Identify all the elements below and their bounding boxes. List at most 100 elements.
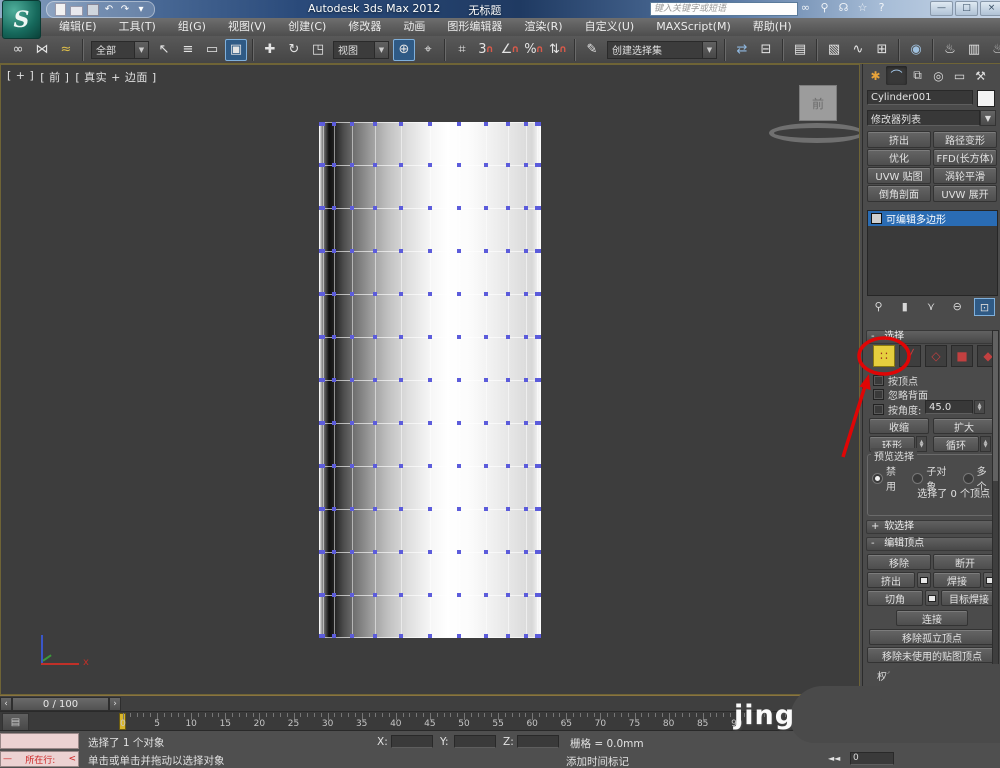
grow-button[interactable]: 扩大 <box>933 418 995 434</box>
select-and-rotate-icon[interactable]: ↻ <box>283 39 305 61</box>
front-viewport[interactable]: [ + ] [ 前 ] [ 真实 + 边面 ] 前 x <box>0 64 860 695</box>
vertex-dot[interactable] <box>524 335 529 339</box>
select-object-icon[interactable]: ↖ <box>153 39 175 61</box>
unlink-selection-icon[interactable]: ⋈ <box>31 39 53 61</box>
vertex-dot[interactable] <box>483 122 488 126</box>
切角-settings-button[interactable] <box>925 590 939 606</box>
tab-motion[interactable]: ◎ <box>928 66 949 85</box>
stack-item-可编辑多边形[interactable]: 可编辑多边形 <box>868 211 997 226</box>
edit-vertices-rollout-header[interactable]: - 编辑顶点 <box>866 537 997 551</box>
vertex-dot[interactable] <box>372 206 377 210</box>
vertex-dot[interactable] <box>483 507 488 511</box>
vertex-dot[interactable] <box>537 206 541 210</box>
vertex-dot[interactable] <box>506 593 511 597</box>
communication-center-icon[interactable]: ☊ <box>836 1 851 15</box>
application-menu-button[interactable]: S <box>2 0 41 39</box>
pin-stack-icon[interactable]: ⚲ <box>869 298 888 314</box>
vertex-dot[interactable] <box>537 421 541 425</box>
border-subobject-icon[interactable]: ◇ <box>925 345 947 367</box>
curve-editor-icon[interactable]: ∿ <box>847 39 869 61</box>
keyboard-override-icon[interactable]: ⌗ <box>451 39 473 61</box>
vertex-dot[interactable] <box>372 507 377 511</box>
vertex-dot[interactable] <box>537 550 541 554</box>
modifier-button-涡轮平滑[interactable]: 涡轮平滑 <box>933 167 997 184</box>
menu-item-图形编辑器[interactable]: 图形编辑器 <box>436 18 513 36</box>
loop-spinner[interactable]: ▲ ▼ <box>980 436 991 452</box>
tab-modify[interactable]: ⌒ <box>886 66 907 85</box>
rendered-frame-icon[interactable]: ▥ <box>963 39 985 61</box>
vertex-dot[interactable] <box>483 593 488 597</box>
modifier-button-路径变形[interactable]: 路径变形 <box>933 131 997 148</box>
vertex-dot[interactable] <box>349 593 354 597</box>
select-by-name-icon[interactable]: ≡ <box>177 39 199 61</box>
vertex-dot[interactable] <box>320 163 325 167</box>
vertex-dot[interactable] <box>456 292 461 296</box>
vertex-dot[interactable] <box>456 593 461 597</box>
selection-filter-dropdown[interactable]: 全部 ▼ <box>91 40 149 59</box>
vertex-dot[interactable] <box>506 507 511 511</box>
vertex-dot[interactable] <box>331 550 336 554</box>
vertex-dot[interactable] <box>331 335 336 339</box>
edit-button-挤出[interactable]: 挤出 <box>867 572 915 588</box>
previous-key-icon[interactable]: ◄◄ <box>828 754 840 763</box>
vertex-dot[interactable] <box>372 550 377 554</box>
ignore-backfacing-checkbox[interactable]: 忽略背面 <box>873 387 928 402</box>
vertex-dot[interactable] <box>399 634 404 638</box>
vertex-dot[interactable] <box>320 378 325 382</box>
vertex-dot[interactable] <box>399 421 404 425</box>
vertex-dot[interactable] <box>506 206 511 210</box>
modifier-button-UVW 贴图[interactable]: UVW 贴图 <box>867 167 931 184</box>
vertex-dot[interactable] <box>331 634 336 638</box>
vertex-dot[interactable] <box>331 593 336 597</box>
vertex-dot[interactable] <box>428 378 432 382</box>
vertex-dot[interactable] <box>524 122 529 126</box>
vertex-dot[interactable] <box>483 421 488 425</box>
viewcube[interactable]: 前 <box>799 85 837 121</box>
modifier-button-倒角剖面[interactable]: 倒角剖面 <box>867 185 931 202</box>
maximize-button[interactable]: □ <box>955 1 978 16</box>
infocenter-search-input[interactable]: 键入关键字或短语 <box>650 2 798 16</box>
favorites-star-icon[interactable]: ☆ <box>855 1 870 15</box>
vertex-dot[interactable] <box>537 292 541 296</box>
vertex-dot[interactable] <box>537 507 541 511</box>
vertex-dot[interactable] <box>483 163 488 167</box>
vertex-dot[interactable] <box>428 249 432 253</box>
vertex-dot[interactable] <box>372 378 377 382</box>
remove-modifier-icon[interactable]: ⊖ <box>948 298 967 314</box>
vertex-dot[interactable] <box>320 122 325 126</box>
open-file-icon[interactable] <box>70 3 83 16</box>
menu-item-渲染(R)[interactable]: 渲染(R) <box>513 18 573 36</box>
vertex-dot[interactable] <box>428 122 432 126</box>
polygon-subobject-icon[interactable]: ■ <box>951 345 973 367</box>
vertex-dot[interactable] <box>320 335 325 339</box>
vertex-subobject-icon[interactable]: ∷ <box>873 345 895 367</box>
vertex-dot[interactable] <box>320 206 325 210</box>
vertex-dot[interactable] <box>506 163 511 167</box>
vertex-dot[interactable] <box>506 335 511 339</box>
help-icon[interactable]: ? <box>874 1 889 15</box>
vertex-dot[interactable] <box>483 292 488 296</box>
vertex-dot[interactable] <box>331 378 336 382</box>
reference-coordinate-dropdown[interactable]: 视图 ▼ <box>333 40 389 59</box>
vertex-dot[interactable] <box>537 378 541 382</box>
time-slider-handle[interactable]: 0 / 100 <box>12 697 109 711</box>
vertex-dot[interactable] <box>537 122 541 126</box>
selection-rollout-header[interactable]: - 选择 <box>866 330 997 344</box>
edit-button-断开[interactable]: 断开 <box>933 554 997 570</box>
vertex-dot[interactable] <box>349 335 354 339</box>
edit-button-切角[interactable]: 切角 <box>867 590 923 606</box>
viewcube-compass-ring[interactable] <box>769 123 859 143</box>
vertex-dot[interactable] <box>349 378 354 382</box>
spinner-snap-icon[interactable]: ⇅ ∩ <box>547 39 569 61</box>
vertex-dot[interactable] <box>428 507 432 511</box>
configure-modifier-sets-icon[interactable]: ⊡ <box>974 298 995 316</box>
angle-spinner[interactable]: ▲ ▼ <box>974 400 985 414</box>
vertex-dot[interactable] <box>483 335 488 339</box>
modifier-list-dropdown[interactable]: 修改器列表 <box>867 110 980 126</box>
vertex-dot[interactable] <box>320 550 325 554</box>
preview-radio-禁用[interactable]: 禁用 <box>872 463 905 493</box>
by-vertex-checkbox[interactable]: 按顶点 <box>873 373 918 388</box>
vertex-dot[interactable] <box>372 163 377 167</box>
tab-display[interactable]: ▭ <box>949 66 970 85</box>
vertex-dot[interactable] <box>428 593 432 597</box>
